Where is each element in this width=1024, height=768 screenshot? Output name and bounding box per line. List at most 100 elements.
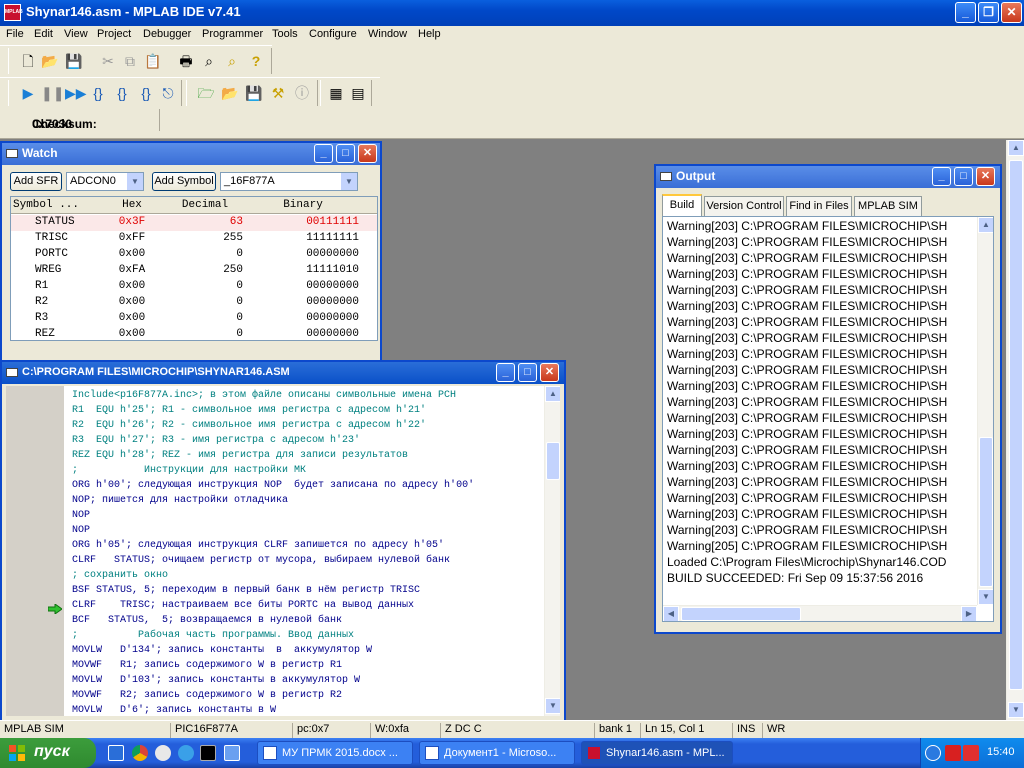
menu-file[interactable]: File — [6, 28, 24, 40]
save-project-icon[interactable]: 💾 — [245, 84, 263, 102]
output-line[interactable]: Warning[203] C:\PROGRAM FILES\MICROCHIP\… — [667, 363, 947, 379]
editor-close-button[interactable]: ✕ — [540, 363, 559, 382]
workspace-vertical-scrollbar[interactable]: ▲ ▼ — [1006, 140, 1024, 720]
code-line[interactable]: ORG h'00'; следующая инструкция NOP буде… — [72, 480, 474, 495]
code-line[interactable]: MOVWF R1; запись содержимого W в регистр… — [72, 660, 342, 675]
output-line[interactable]: Warning[203] C:\PROGRAM FILES\MICROCHIP\… — [667, 379, 947, 395]
output-line[interactable]: Warning[203] C:\PROGRAM FILES\MICROCHIP\… — [667, 299, 947, 315]
output-line[interactable]: Warning[203] C:\PROGRAM FILES\MICROCHIP\… — [667, 267, 947, 283]
menu-configure[interactable]: Configure — [309, 28, 357, 40]
save-icon[interactable]: 💾 — [65, 52, 83, 70]
reset-icon[interactable]: ⎋ — [159, 84, 177, 102]
editor-title-bar[interactable]: C:\PROGRAM FILES\MICROCHIP\SHYNAR146.ASM… — [2, 362, 564, 384]
antivirus-icon[interactable] — [945, 745, 961, 761]
tab-build[interactable]: Build — [662, 194, 702, 216]
code-line[interactable]: ; Инструкции для настройки МК — [72, 465, 306, 480]
language-icon[interactable] — [963, 745, 979, 761]
scroll-thumb[interactable] — [546, 442, 560, 480]
code-line[interactable]: BSF STATUS, 5; переходим в первый банк в… — [72, 585, 420, 600]
code-line[interactable]: NOP — [72, 525, 90, 540]
watch-row[interactable]: REZ 0x00 0 00000000 — [11, 327, 377, 340]
make-icon[interactable]: ▦ — [327, 84, 345, 102]
tab-find-in-files[interactable]: Find in Files — [786, 196, 852, 216]
h-scroll-thumb[interactable] — [681, 607, 801, 621]
find-icon[interactable]: ⌕ — [200, 52, 218, 70]
watch-maximize-button[interactable]: □ — [336, 144, 355, 163]
code-line[interactable]: ; Рабочая часть программы. Ввод данных — [72, 630, 354, 645]
paste-icon[interactable]: 📋 — [144, 52, 162, 70]
output-line[interactable]: Warning[203] C:\PROGRAM FILES\MICROCHIP\… — [667, 523, 947, 539]
menu-window[interactable]: Window — [368, 28, 407, 40]
code-line[interactable]: NOP; пишется для настройки отладчика — [72, 495, 288, 510]
taskbar-item-word-new[interactable]: Документ1 - Microso... — [419, 741, 575, 765]
col-binary[interactable]: Binary — [247, 199, 359, 211]
output-title-bar[interactable]: Output _ □ ✕ — [656, 166, 1000, 188]
open-project-icon[interactable]: 📂 — [221, 84, 239, 102]
close-button[interactable]: ✕ — [1001, 2, 1022, 23]
output-line[interactable]: Warning[203] C:\PROGRAM FILES\MICROCHIP\… — [667, 251, 947, 267]
watch-close-button[interactable]: ✕ — [358, 144, 377, 163]
cut-icon[interactable]: ✂ — [99, 52, 117, 70]
help-icon[interactable]: ? — [247, 52, 265, 70]
output-line[interactable]: Warning[203] C:\PROGRAM FILES\MICROCHIP\… — [667, 235, 947, 251]
scroll-left-icon[interactable]: ◀ — [663, 606, 679, 621]
taskbar-item-word-doc[interactable]: МУ ПРМК 2015.docx ... — [257, 741, 413, 765]
output-text-area[interactable]: Warning[203] C:\PROGRAM FILES\MICROCHIP\… — [662, 216, 994, 622]
output-line[interactable]: Warning[203] C:\PROGRAM FILES\MICROCHIP\… — [667, 443, 947, 459]
code-line[interactable]: R3 EQU h'27'; R3 - имя регистра с адресо… — [72, 435, 360, 450]
scroll-thumb[interactable] — [979, 437, 993, 587]
tab-version-control[interactable]: Version Control — [704, 196, 784, 216]
output-line[interactable]: Warning[203] C:\PROGRAM FILES\MICROCHIP\… — [667, 459, 947, 475]
menu-help[interactable]: Help — [418, 28, 441, 40]
output-line[interactable]: Loaded C:\Program Files\Microchip\Shynar… — [667, 555, 946, 571]
cmd-icon[interactable] — [200, 745, 216, 761]
build-all-icon[interactable]: ▤ — [349, 84, 367, 102]
scroll-down-icon[interactable]: ▼ — [978, 589, 993, 605]
code-line[interactable]: MOVWF R2; запись содержимого W в регистр… — [72, 690, 342, 705]
output-line[interactable]: Warning[203] C:\PROGRAM FILES\MICROCHIP\… — [667, 507, 947, 523]
add-sfr-button[interactable]: Add SFR — [10, 172, 62, 191]
menu-debugger[interactable]: Debugger — [143, 28, 191, 40]
media-player-icon[interactable] — [155, 745, 171, 761]
start-button[interactable]: пуск — [0, 738, 96, 768]
chevron-down-icon[interactable]: ▼ — [341, 173, 357, 190]
chrome-icon[interactable] — [132, 745, 148, 761]
output-window[interactable]: Output _ □ ✕ Build Version Control Find … — [654, 164, 1002, 634]
code-line[interactable]: ORG h'05'; следующая инструкция CLRF зап… — [72, 540, 444, 555]
scroll-up-icon[interactable]: ▲ — [978, 217, 993, 233]
animate-icon[interactable]: ▶▶ — [65, 84, 87, 102]
code-line[interactable]: R1 EQU h'25'; R1 - символьное имя регист… — [72, 405, 426, 420]
code-line[interactable]: ; сохранить окно — [72, 570, 168, 585]
output-horizontal-scrollbar[interactable]: ◀ ▶ — [663, 605, 977, 621]
symbol-select[interactable]: _16F877A ▼ — [220, 172, 358, 191]
new-file-icon[interactable]: 🗋 — [19, 52, 37, 70]
halt-icon[interactable]: ❚❚ — [41, 84, 64, 102]
code-line[interactable]: REZ EQU h'28'; REZ - имя регистра для за… — [72, 450, 408, 465]
print-icon[interactable]: 🖶 — [177, 52, 195, 70]
watch-window[interactable]: Watch _ □ ✕ Add SFR ADCON0 ▼ Add Symbol … — [0, 141, 382, 362]
editor-minimize-button[interactable]: _ — [496, 363, 515, 382]
output-line[interactable]: Warning[203] C:\PROGRAM FILES\MICROCHIP\… — [667, 395, 947, 411]
find-in-files-icon[interactable]: ⌕ — [223, 52, 241, 70]
scroll-down-icon[interactable]: ▼ — [1008, 702, 1024, 718]
output-maximize-button[interactable]: □ — [954, 167, 973, 186]
restore-button[interactable]: ❐ — [978, 2, 999, 23]
output-line[interactable]: Warning[203] C:\PROGRAM FILES\MICROCHIP\… — [667, 427, 947, 443]
watch-minimize-button[interactable]: _ — [314, 144, 333, 163]
output-line[interactable]: Warning[203] C:\PROGRAM FILES\MICROCHIP\… — [667, 475, 947, 491]
minimize-button[interactable]: _ — [955, 2, 976, 23]
menu-tools[interactable]: Tools — [272, 28, 298, 40]
output-line[interactable]: Warning[203] C:\PROGRAM FILES\MICROCHIP\… — [667, 219, 947, 235]
code-line[interactable]: MOVLW D'6'; запись константы в W — [72, 705, 276, 716]
quick-launch-icon[interactable] — [108, 745, 124, 761]
ie-icon[interactable] — [178, 745, 194, 761]
menu-project[interactable]: Project — [97, 28, 131, 40]
scroll-thumb[interactable] — [1009, 160, 1023, 690]
editor-vertical-scrollbar[interactable]: ▲ ▼ — [544, 386, 560, 716]
code-line[interactable]: Include<p16F877A.inc>; в этом файле опис… — [72, 390, 456, 405]
output-line[interactable]: Warning[203] C:\PROGRAM FILES\MICROCHIP\… — [667, 331, 947, 347]
show-desktop-icon[interactable] — [224, 745, 240, 761]
add-symbol-button[interactable]: Add Symbol — [152, 172, 216, 191]
editor-window[interactable]: C:\PROGRAM FILES\MICROCHIP\SHYNAR146.ASM… — [0, 360, 566, 722]
code-line[interactable]: MOVLW D'103'; запись константы в аккумул… — [72, 675, 360, 690]
